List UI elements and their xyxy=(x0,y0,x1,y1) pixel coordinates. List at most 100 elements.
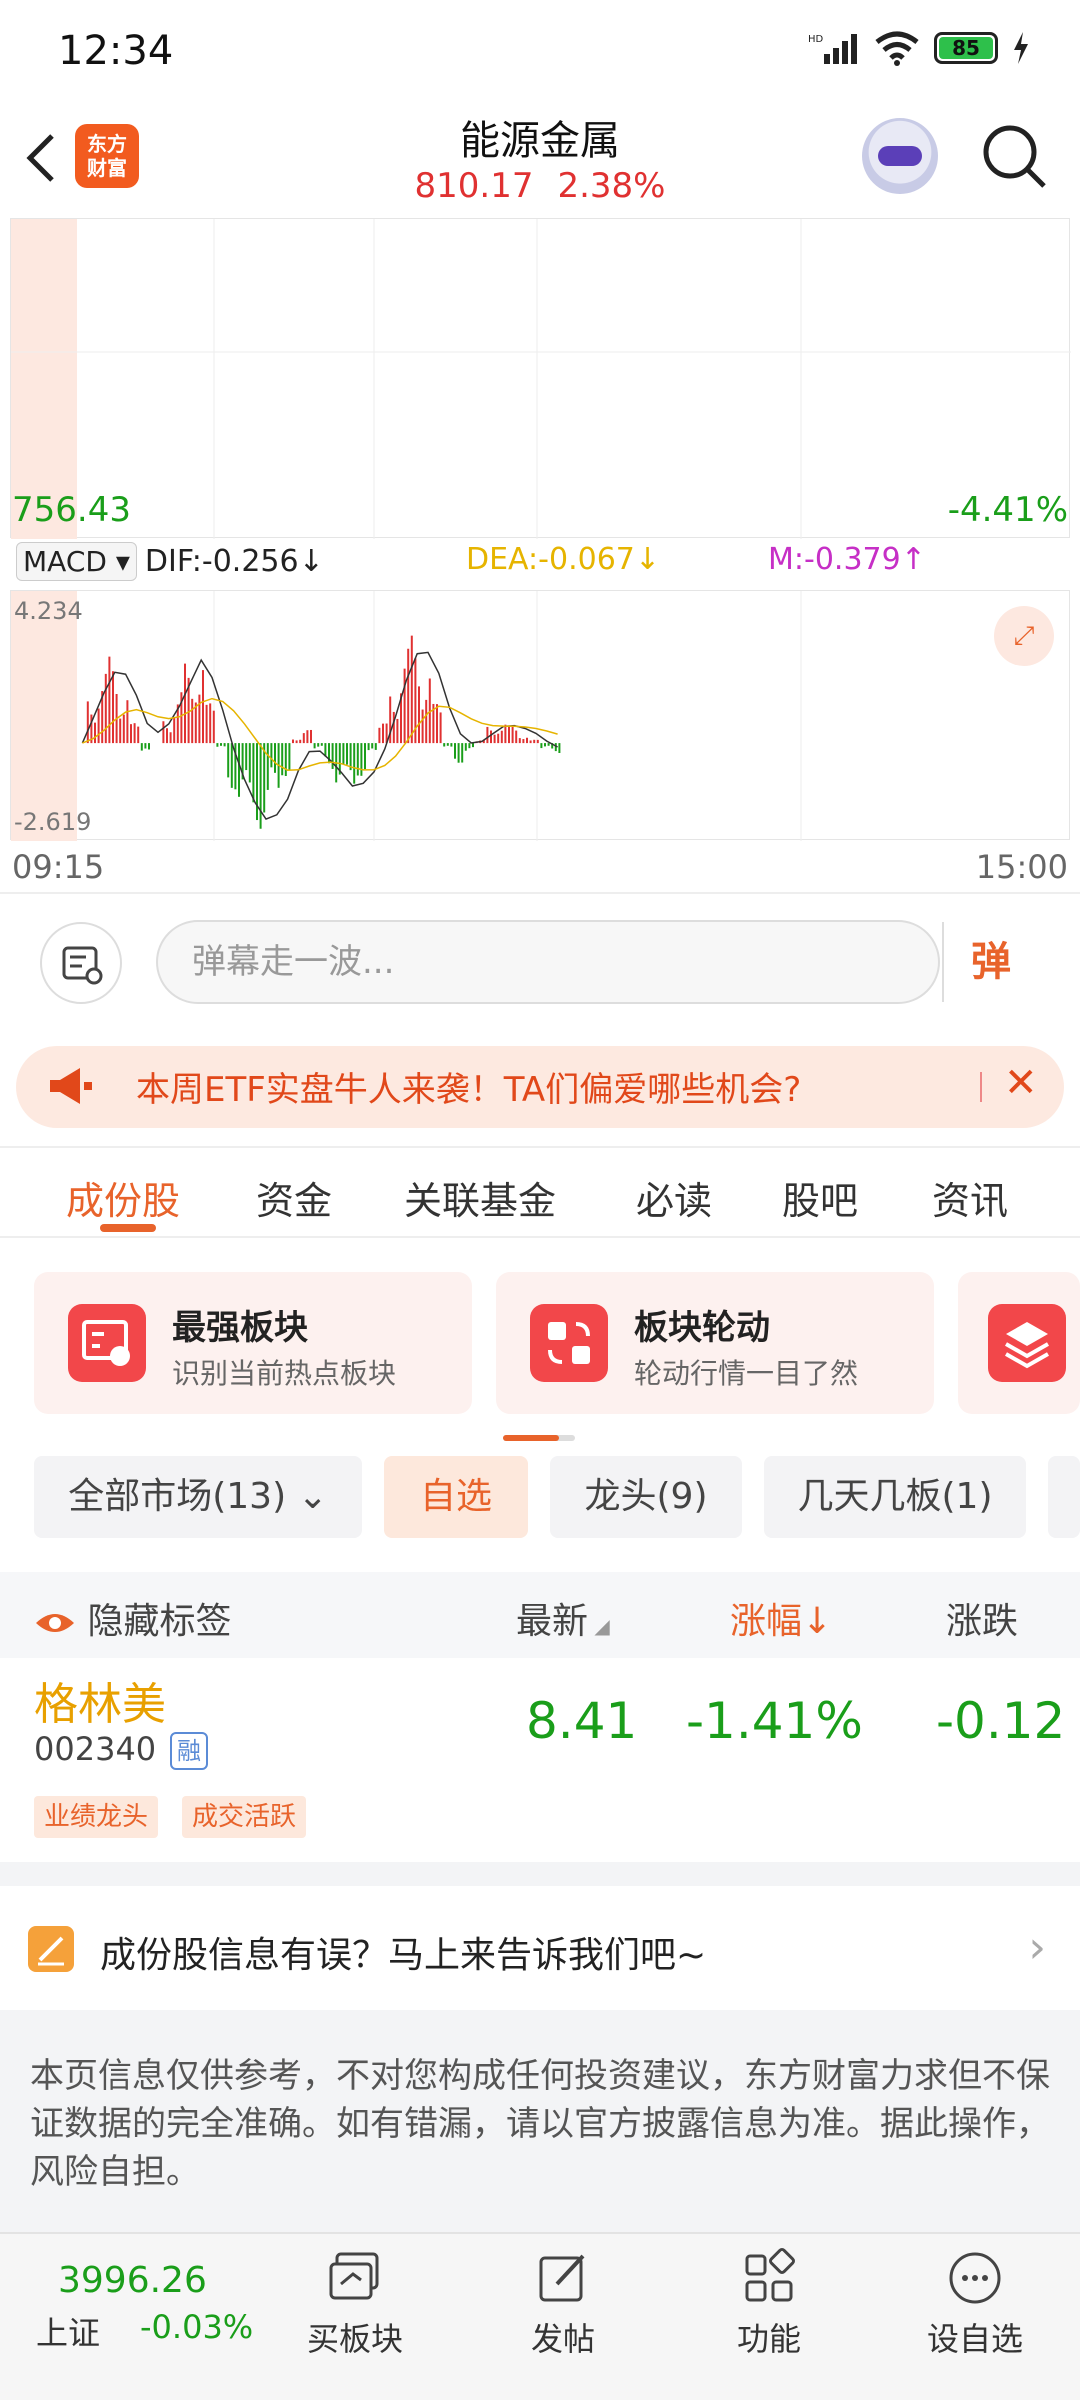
tab-indicator xyxy=(100,1224,156,1232)
banner-close-icon[interactable]: ✕ xyxy=(1004,1060,1038,1106)
dif-value: DIF:-0.256↓ xyxy=(144,544,324,579)
dea-line xyxy=(82,697,558,771)
section-gap xyxy=(0,1862,1080,1886)
filter-watchlist[interactable]: 自选 xyxy=(384,1456,528,1538)
chevron-right-icon: › xyxy=(1028,1922,1046,1973)
filter-all-markets[interactable]: 全部市场(13) ⌄ xyxy=(34,1456,362,1538)
filter-more[interactable] xyxy=(1048,1456,1080,1538)
rotation-icon xyxy=(530,1304,608,1382)
nav-buy-sector[interactable]: 买板块 xyxy=(280,2248,430,2360)
time-start-label: 09:15 xyxy=(12,848,105,886)
dif-line xyxy=(81,651,558,821)
stock-code: 002340 xyxy=(34,1730,157,1768)
table-header: 隐藏标签 最新 ◢ 涨幅↓ 涨跌 xyxy=(0,1572,1080,1658)
index-name[interactable]: 上证 xyxy=(36,2308,100,2354)
status-time: 12:34 xyxy=(58,28,174,74)
card-subtitle: 轮动行情一目了然 xyxy=(634,1357,859,1390)
search-button[interactable] xyxy=(980,122,1050,192)
sector-price: 810.17 xyxy=(414,166,534,206)
nav-add-watchlist[interactable]: 设自选 xyxy=(900,2248,1050,2360)
margin-badge: 融 xyxy=(170,1732,208,1770)
assistant-robot-icon[interactable] xyxy=(862,118,938,194)
chart-thumb-icon xyxy=(68,1304,146,1382)
tab-constituents[interactable]: 成份股 xyxy=(66,1170,180,1225)
card-title: 板块轮动 xyxy=(634,1308,770,1348)
time-end-label: 15:00 xyxy=(975,848,1068,886)
card-title: 最强板块 xyxy=(172,1308,308,1348)
signal-icon: HD xyxy=(808,34,857,64)
battery-level: 85 xyxy=(939,37,993,59)
col-change[interactable]: 涨幅↓ xyxy=(730,1592,832,1644)
price-low-label: 756.43 xyxy=(12,490,131,530)
danmu-input[interactable]: 弹幕走一波... xyxy=(156,920,940,1004)
danmu-settings-icon xyxy=(62,946,103,985)
charging-icon xyxy=(1014,32,1028,64)
status-icons: HD 85 xyxy=(808,30,1030,66)
card-subtitle: 识别当前热点板块 xyxy=(172,1357,397,1390)
filter-leaders[interactable]: 龙头(9) xyxy=(550,1456,742,1538)
card-strongest-sector[interactable]: 最强板块 识别当前热点板块 xyxy=(34,1272,472,1414)
stock-diff: -0.12 xyxy=(936,1692,1066,1750)
tag-active-trading: 成交活跃 xyxy=(182,1796,307,1838)
danmu-settings-button[interactable] xyxy=(40,922,122,1004)
cards-scroll-indicator xyxy=(503,1435,575,1441)
price-chart-grid xyxy=(11,219,1071,539)
tab-related-funds[interactable]: 关联基金 xyxy=(404,1170,556,1225)
filter-label: 全部市场(13) xyxy=(68,1476,287,1517)
nav-label: 设自选 xyxy=(926,2320,1023,2358)
macd-low-label: -2.619 xyxy=(14,808,92,836)
eye-icon xyxy=(36,1614,74,1632)
macd-chart-svg xyxy=(11,591,802,841)
nav-post[interactable]: 发帖 xyxy=(488,2248,638,2360)
stock-latest: 8.41 xyxy=(526,1692,638,1750)
buy-sector-icon xyxy=(329,2252,379,2300)
macd-high-label: 4.234 xyxy=(14,597,83,625)
hide-tags-toggle[interactable]: 隐藏标签 xyxy=(34,1592,231,1644)
col-diff[interactable]: 涨跌 xyxy=(946,1592,1018,1644)
col-latest[interactable]: 最新 ◢ xyxy=(516,1592,610,1644)
tab-news[interactable]: 资讯 xyxy=(932,1170,1008,1225)
banner-separator xyxy=(980,1072,982,1102)
card-partial[interactable] xyxy=(958,1272,1080,1414)
svg-text:HD: HD xyxy=(808,34,824,45)
col-latest-label: 最新 xyxy=(516,1601,589,1642)
stock-name[interactable]: 格林美 xyxy=(34,1668,166,1732)
macd-chart[interactable] xyxy=(10,590,1070,841)
danmu-send-button[interactable]: 弹 xyxy=(942,922,1038,1002)
stock-change: -1.41% xyxy=(686,1692,863,1750)
tab-funds[interactable]: 资金 xyxy=(256,1170,332,1225)
search-icon xyxy=(983,125,1046,188)
promo-banner[interactable]: 本周ETF实盘牛人来袭！TA们偏爱哪些机会? ✕ xyxy=(16,1046,1064,1128)
tab-must-read[interactable]: 必读 xyxy=(636,1170,712,1225)
feedback-row[interactable]: 成份股信息有误？马上来告诉我们吧~ › xyxy=(0,1886,1080,2010)
grid-apps-icon xyxy=(745,2248,795,2302)
tab-forum[interactable]: 股吧 xyxy=(782,1170,858,1225)
card-sector-rotation[interactable]: 板块轮动 轮动行情一目了然 xyxy=(496,1272,934,1414)
macd-legend: MACD ▾ DIF:-0.256↓ DEA:-0.067↓ M:-0.379↑ xyxy=(16,542,1076,581)
wifi-icon xyxy=(875,31,919,66)
compose-icon xyxy=(539,2254,585,2302)
indicator-select[interactable]: MACD ▾ xyxy=(16,542,137,581)
dea-value: DEA:-0.067↓ xyxy=(466,542,661,577)
tag-performance-leader: 业绩龙头 xyxy=(34,1796,159,1838)
price-chart[interactable] xyxy=(10,218,1071,539)
divider xyxy=(0,892,1080,894)
megaphone-icon xyxy=(50,1068,92,1104)
nav-label: 发帖 xyxy=(530,2320,595,2358)
more-dots-icon xyxy=(949,2252,1001,2304)
index-value[interactable]: 3996.26 xyxy=(58,2260,207,2301)
nav-label: 买板块 xyxy=(306,2320,403,2358)
col-change-label: 涨幅 xyxy=(730,1601,803,1642)
nav-functions[interactable]: 功能 xyxy=(694,2248,844,2360)
header: 东方财富 能源金属 810.17 2.38% xyxy=(0,100,1080,218)
expand-icon[interactable]: ⤢ xyxy=(994,606,1054,666)
indicator-select-label: MACD xyxy=(23,545,107,578)
battery-icon: 85 xyxy=(934,32,998,64)
sector-change: 2.38% xyxy=(557,166,666,206)
layers-icon xyxy=(988,1304,1066,1382)
filter-consecutive-limit[interactable]: 几天几板(1) xyxy=(764,1456,1026,1538)
index-change[interactable]: -0.03% xyxy=(140,2308,253,2346)
m-value: M:-0.379↑ xyxy=(768,542,926,577)
pct-low-label: -4.41% xyxy=(947,490,1068,530)
edit-note-icon xyxy=(28,1926,74,1972)
